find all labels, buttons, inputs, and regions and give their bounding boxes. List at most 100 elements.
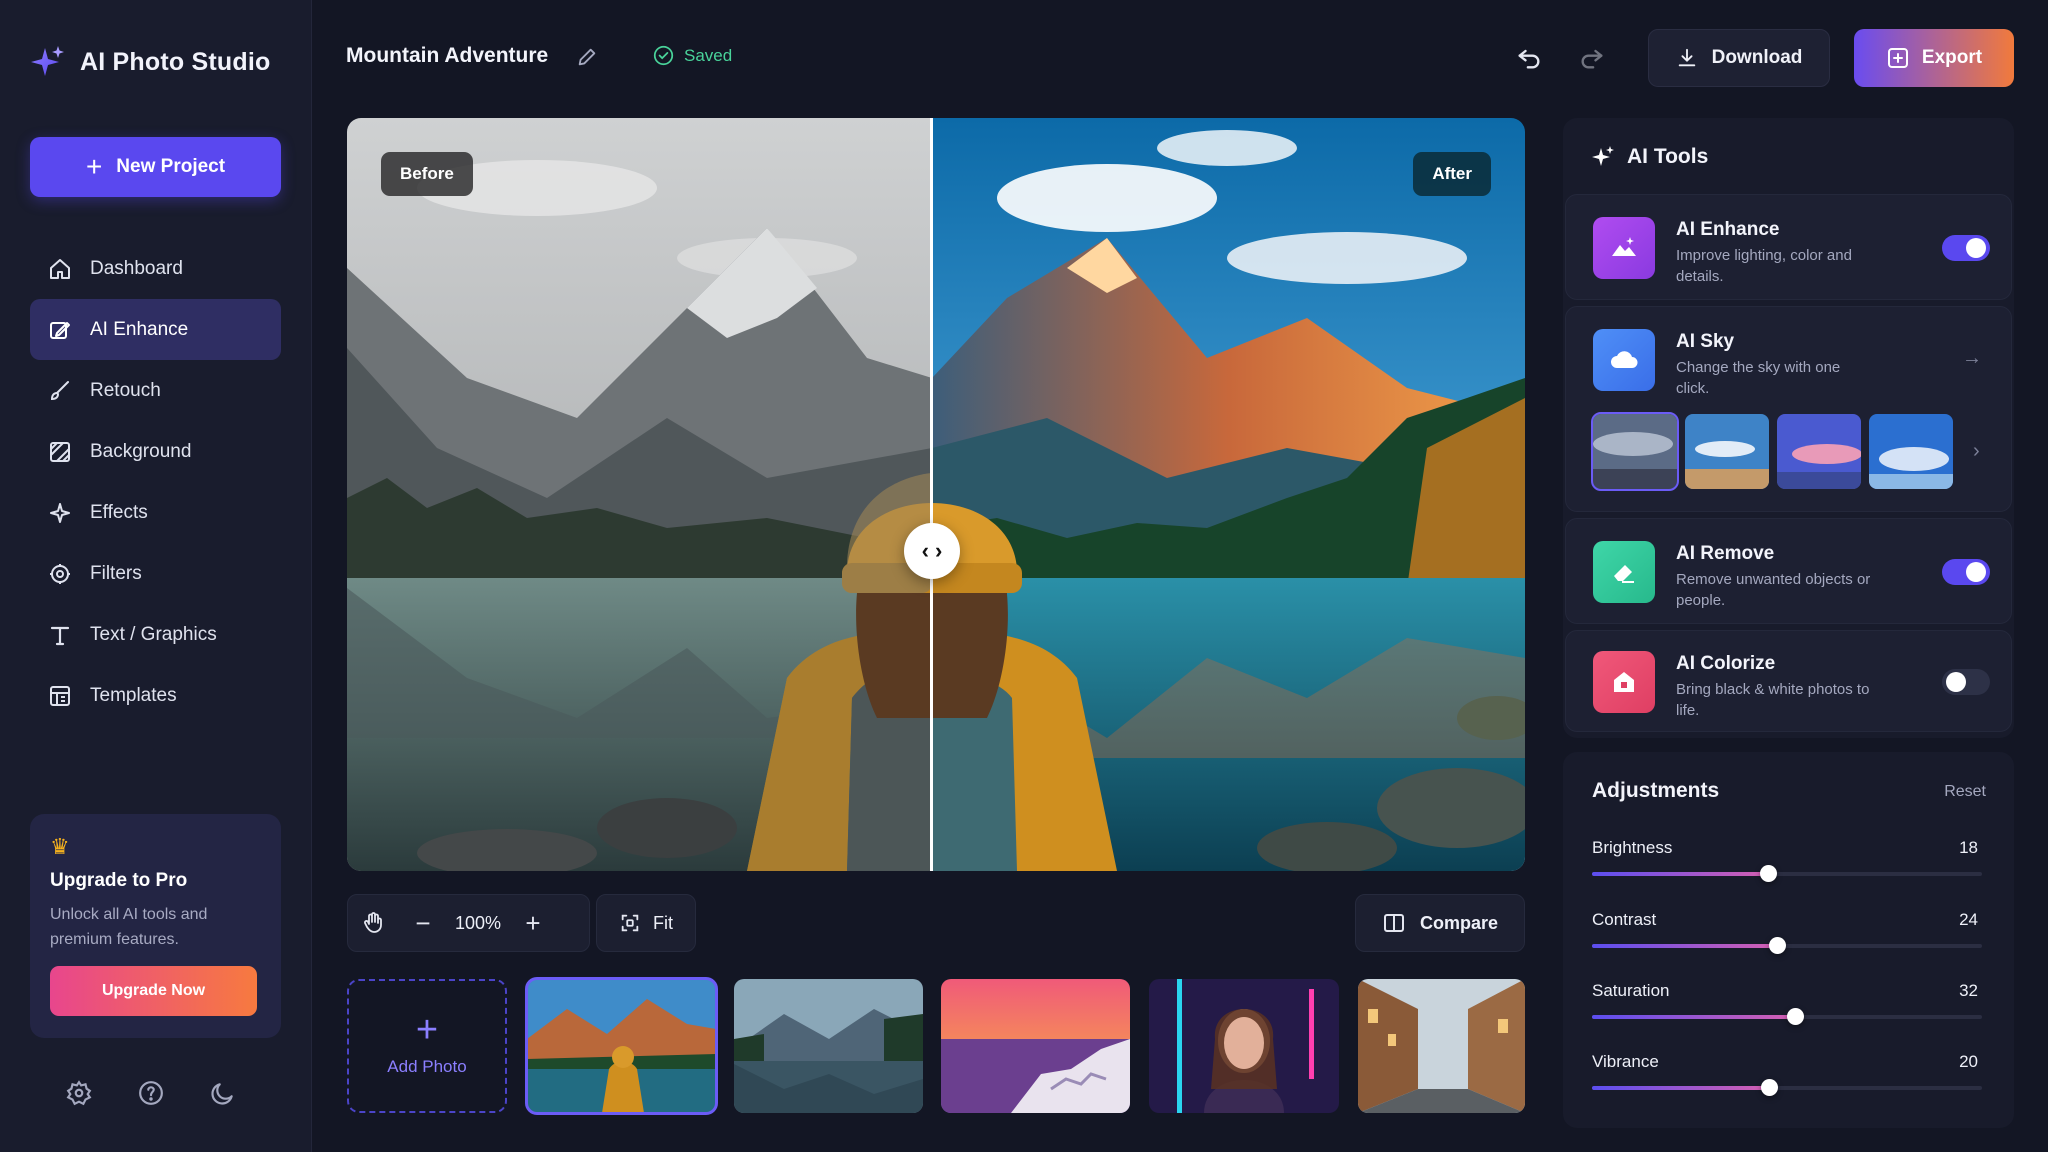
sparkle-icon (1592, 146, 1614, 166)
text-icon (50, 626, 70, 645)
before-after-canvas[interactable]: Before After ‹ › (347, 118, 1525, 871)
tool-description: Remove unwanted objects or people. (1676, 571, 1871, 609)
export-label: Export (1921, 47, 1983, 68)
app-logo[interactable]: AI Photo Studio (30, 44, 270, 80)
saturation-slider[interactable] (1592, 1008, 1982, 1025)
adjustment-value: 24 (1959, 910, 1978, 929)
sidebar-item-text-graphics[interactable]: Text / Graphics (30, 604, 281, 665)
sky-preset-image (1593, 414, 1677, 489)
sidebar-item-effects[interactable]: Effects (30, 482, 281, 543)
templates-icon (50, 685, 70, 706)
brightness-slider[interactable] (1592, 865, 1982, 882)
sky-preset-3[interactable] (1777, 414, 1861, 489)
home-icon (50, 258, 70, 279)
thumbnail-image (527, 979, 716, 1113)
hand-icon (364, 912, 382, 933)
minus-icon: − (415, 907, 431, 938)
app-name: AI Photo Studio (80, 47, 271, 76)
arrow-right-icon[interactable]: → (1962, 347, 1982, 370)
new-project-button[interactable]: + New Project (30, 137, 281, 197)
cloud-icon (1611, 351, 1638, 368)
upgrade-title: Upgrade to Pro (50, 870, 188, 891)
sidebar-item-templates[interactable]: Templates (30, 665, 281, 726)
project-title[interactable]: Mountain Adventure (346, 44, 548, 68)
sidebar-item-label: Retouch (90, 379, 161, 401)
export-button[interactable]: Export (1854, 29, 2014, 87)
filmstrip-thumb-neon-portrait[interactable] (1149, 979, 1339, 1113)
more-skies-arrow-icon[interactable]: › (1973, 440, 1980, 463)
export-icon (1887, 48, 1908, 68)
compare-divider[interactable] (930, 118, 933, 871)
download-button[interactable]: Download (1648, 29, 1830, 87)
settings-icon[interactable] (66, 1080, 92, 1106)
sparkle-logo-icon (31, 46, 64, 76)
vibrance-slider[interactable] (1592, 1079, 1982, 1096)
new-project-label: New Project (116, 156, 226, 177)
after-label: After (1413, 152, 1491, 196)
fit-label: Fit (653, 912, 673, 933)
check-circle-icon (653, 45, 674, 66)
compare-handle[interactable]: ‹ › (904, 523, 960, 579)
sidebar-item-label: Filters (90, 562, 142, 584)
zoom-out-button[interactable]: − (398, 894, 448, 952)
tool-description: Improve lighting, color and details. (1676, 247, 1852, 285)
colorize-tool-icon (1593, 651, 1655, 713)
sidebar-bottom-icons (66, 1080, 236, 1106)
sky-preset-image (1869, 414, 1953, 489)
filmstrip-thumb-mountain-lake-hiker[interactable] (525, 977, 718, 1115)
sidebar-item-label: Dashboard (90, 257, 183, 279)
pan-tool-button[interactable] (348, 894, 398, 952)
adjustment-value: 18 (1959, 838, 1978, 857)
ai-remove-toggle[interactable] (1942, 559, 1990, 585)
chevron-left-right-icon: ‹ › (921, 538, 943, 563)
adjustment-value: 20 (1959, 1052, 1978, 1071)
reset-button[interactable]: Reset (1944, 783, 1986, 801)
thumbnail-image (734, 979, 923, 1113)
adjustment-label: Brightness (1592, 838, 1673, 857)
adjustments-title: Adjustments (1592, 779, 1720, 802)
eraser-icon (1614, 565, 1634, 583)
dark-mode-icon[interactable] (210, 1080, 236, 1106)
ai-colorize-toggle[interactable] (1942, 669, 1990, 695)
sky-preset-2[interactable] (1685, 414, 1769, 489)
contrast-slider[interactable] (1592, 937, 1982, 954)
sidebar-item-retouch[interactable]: Retouch (30, 360, 281, 421)
sky-preset-image (1685, 414, 1769, 489)
zoom-in-button[interactable]: + (508, 894, 558, 952)
sidebar: AI Photo Studio + New Project Dashboard … (0, 0, 312, 1152)
filmstrip-thumb-mountain-lake-forest[interactable] (734, 979, 923, 1113)
filmstrip-thumb-city-street[interactable] (1358, 979, 1525, 1113)
help-icon[interactable] (138, 1080, 164, 1106)
before-label: Before (381, 152, 473, 196)
sidebar-item-label: Effects (90, 501, 148, 523)
upgrade-now-button[interactable]: Upgrade Now (50, 966, 257, 1016)
magic-edit-icon (50, 321, 70, 339)
sidebar-item-background[interactable]: Background (30, 421, 281, 482)
pencil-icon[interactable] (576, 46, 598, 68)
edited-photo (347, 118, 1525, 871)
sidebar-item-ai-enhance[interactable]: AI Enhance (30, 299, 281, 360)
sky-preset-4[interactable] (1869, 414, 1953, 489)
ai-tools-header: AI Tools (1591, 145, 1708, 169)
undo-icon[interactable] (1515, 44, 1543, 72)
sidebar-item-dashboard[interactable]: Dashboard (30, 238, 281, 299)
sidebar-item-filters[interactable]: Filters (30, 543, 281, 604)
tool-card-ai-remove[interactable]: AI Remove Remove unwanted objects or peo… (1565, 518, 2012, 624)
adjustment-label: Contrast (1592, 910, 1657, 929)
adjustment-label: Saturation (1592, 981, 1670, 1000)
save-status-label: Saved (684, 45, 733, 65)
tool-card-ai-enhance[interactable]: AI Enhance Improve lighting, color and d… (1565, 194, 2012, 300)
filmstrip-thumb-coastal-village-sunset[interactable] (941, 979, 1130, 1113)
compare-icon (1383, 914, 1404, 932)
download-label: Download (1711, 47, 1803, 68)
redo-icon[interactable] (1578, 44, 1606, 72)
sky-preset-1[interactable] (1591, 412, 1679, 491)
fit-button[interactable]: Fit (596, 894, 696, 952)
tool-card-ai-colorize[interactable]: AI Colorize Bring black & white photos t… (1565, 630, 2012, 732)
ai-enhance-toggle[interactable] (1942, 235, 1990, 261)
tool-title: AI Sky (1676, 331, 1735, 352)
remove-tool-icon (1593, 541, 1655, 603)
add-photo-button[interactable]: + Add Photo (347, 979, 507, 1113)
compare-button[interactable]: Compare (1355, 894, 1525, 952)
tool-title: AI Enhance (1676, 219, 1780, 240)
